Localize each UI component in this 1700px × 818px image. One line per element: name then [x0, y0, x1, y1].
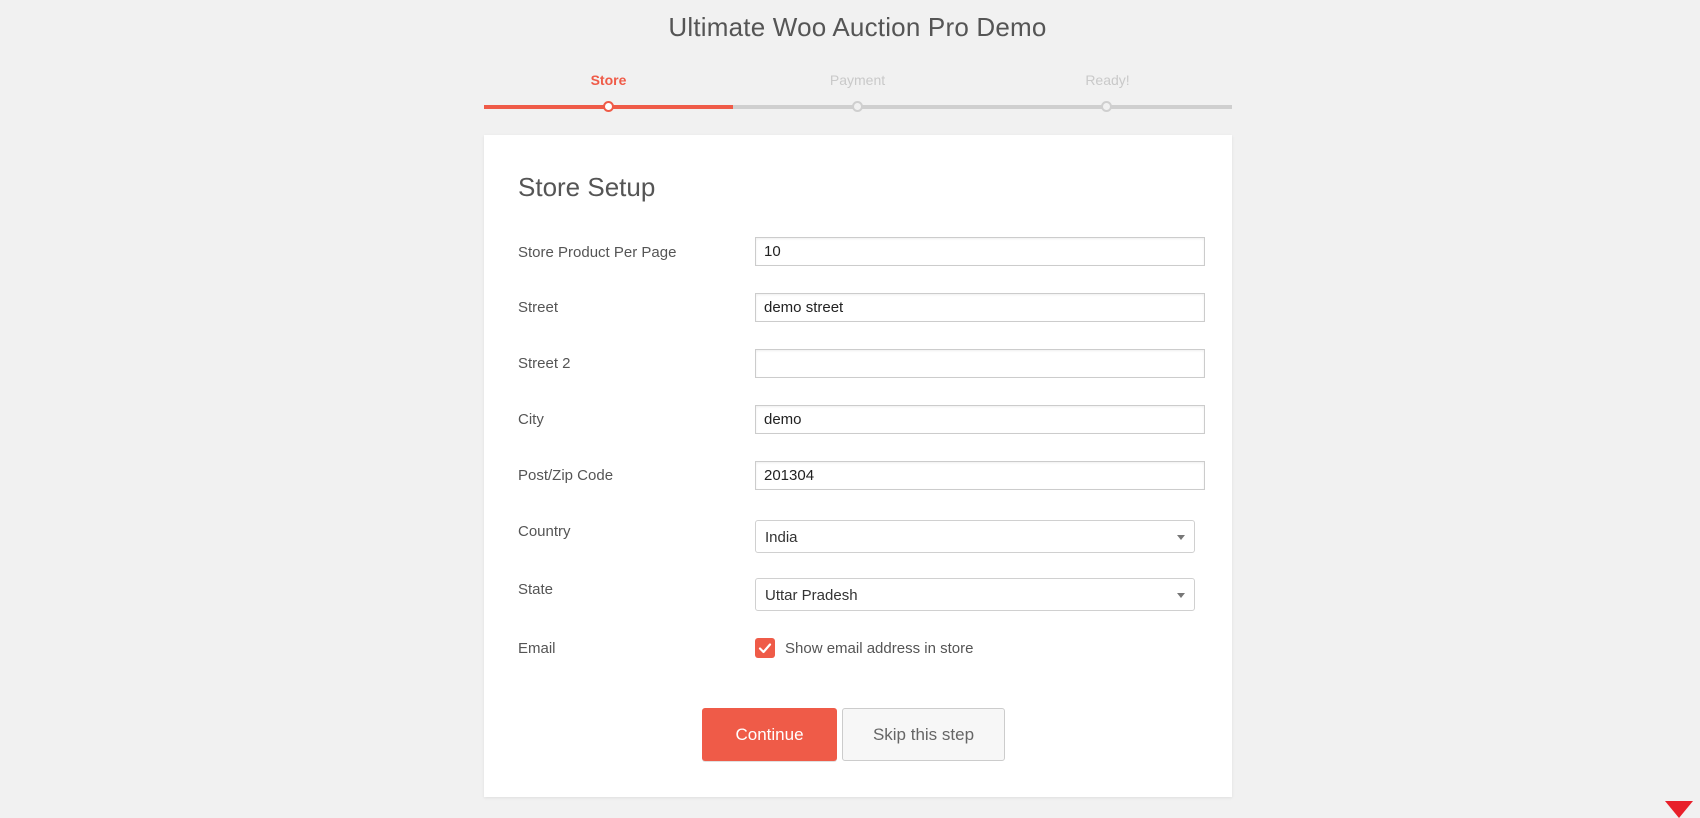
- products-per-page-label: Store Product Per Page: [518, 244, 677, 261]
- step-payment[interactable]: Payment: [733, 72, 982, 88]
- city-label: City: [518, 411, 544, 428]
- skip-step-button[interactable]: Skip this step: [842, 708, 1005, 761]
- products-per-page-input[interactable]: [755, 237, 1205, 266]
- step-store-dot: [603, 101, 614, 112]
- setup-card: Store Setup Store Product Per Page Stree…: [484, 135, 1232, 797]
- zip-label: Post/Zip Code: [518, 467, 614, 484]
- card-title: Store Setup: [518, 172, 656, 202]
- show-email-checkbox-label[interactable]: Show email address in store: [785, 640, 973, 657]
- city-input[interactable]: [755, 405, 1205, 434]
- continue-button[interactable]: Continue: [702, 708, 837, 761]
- country-label: Country: [518, 523, 571, 540]
- state-select[interactable]: Uttar Pradesh: [755, 578, 1195, 611]
- street2-input[interactable]: [755, 349, 1205, 378]
- state-label: State: [518, 581, 554, 598]
- step-ready-dot: [1101, 101, 1112, 112]
- country-select-value: India: [765, 529, 798, 546]
- street-input[interactable]: [755, 293, 1205, 322]
- step-store[interactable]: Store: [484, 72, 733, 88]
- email-label: Email: [518, 640, 556, 657]
- setup-steps: Store Payment Ready!: [484, 72, 1232, 112]
- street2-label: Street 2: [518, 355, 571, 372]
- street-label: Street: [518, 299, 559, 316]
- show-email-checkbox[interactable]: [755, 638, 775, 658]
- caret-down-icon: [1177, 535, 1185, 540]
- checkmark-icon: [758, 643, 772, 654]
- step-ready[interactable]: Ready!: [983, 72, 1232, 88]
- state-select-value: Uttar Pradesh: [765, 587, 858, 604]
- red-triangle-down-icon: [1665, 801, 1693, 818]
- caret-down-icon: [1177, 593, 1185, 598]
- site-title: Ultimate Woo Auction Pro Demo: [668, 12, 1047, 42]
- country-select[interactable]: India: [755, 520, 1195, 553]
- step-payment-dot: [852, 101, 863, 112]
- zip-input[interactable]: [755, 461, 1205, 490]
